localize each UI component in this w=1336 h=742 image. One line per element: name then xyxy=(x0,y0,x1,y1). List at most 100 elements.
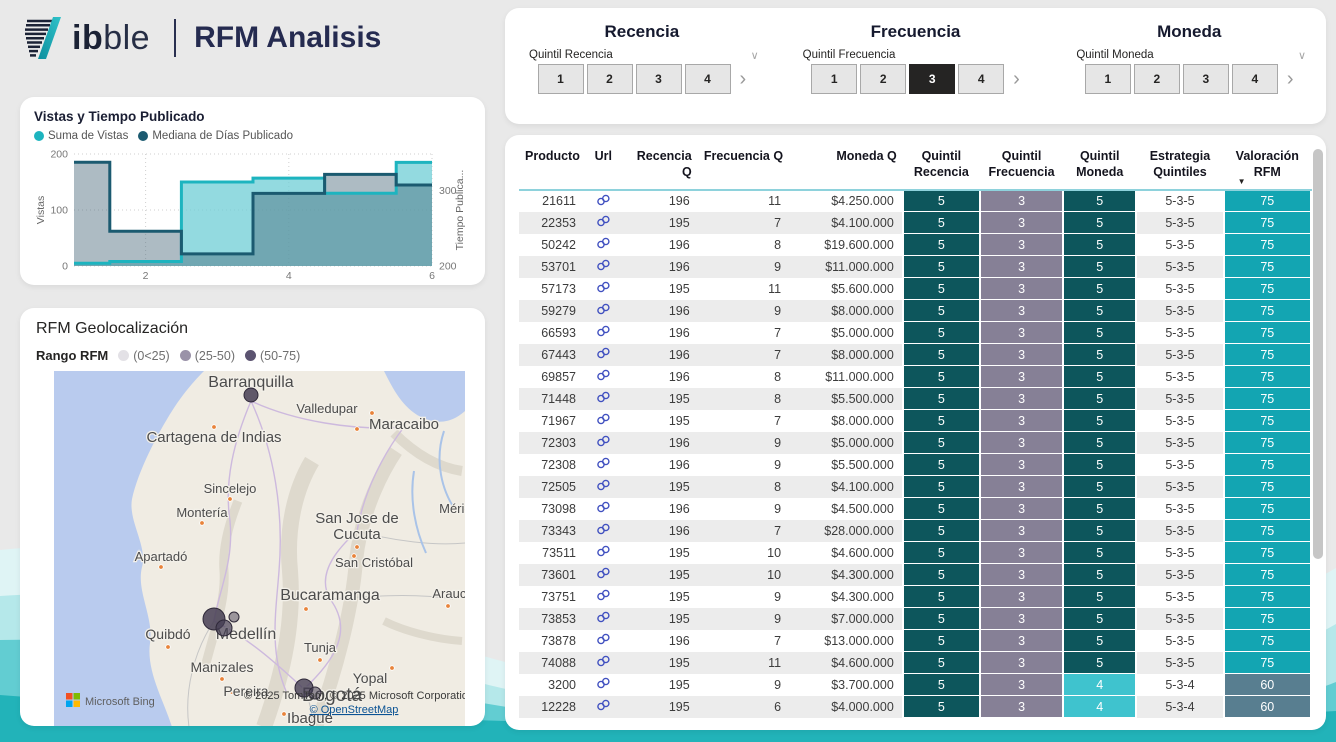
chevron-down-icon[interactable]: ∨ xyxy=(1298,49,1306,62)
cell-url[interactable] xyxy=(584,278,623,300)
chevron-down-icon[interactable]: ∨ xyxy=(751,49,759,62)
rango-rfm-legend-item[interactable]: (25-50) xyxy=(180,349,235,363)
table-row[interactable]: 537011969$11.000.0005355-3-575 xyxy=(519,256,1311,278)
table-row[interactable]: 665931967$5.000.0005355-3-575 xyxy=(519,322,1311,344)
column-header-recencia-q[interactable]: Recencia Q xyxy=(623,145,698,190)
cell-url[interactable] xyxy=(584,322,623,344)
column-header-quintil-recencia[interactable]: Quintil Recencia xyxy=(903,145,980,190)
url-link-icon[interactable] xyxy=(596,435,611,447)
url-link-icon[interactable] xyxy=(596,259,611,271)
url-link-icon[interactable] xyxy=(596,523,611,535)
table-row[interactable]: 698571968$11.000.0005355-3-575 xyxy=(519,366,1311,388)
cell-url[interactable] xyxy=(584,586,623,608)
cell-url[interactable] xyxy=(584,366,623,388)
quintil-button-3[interactable]: 3 xyxy=(909,64,955,94)
cell-url[interactable] xyxy=(584,212,623,234)
column-header-quintil-moneda[interactable]: Quintil Moneda xyxy=(1063,145,1136,190)
bing-map[interactable]: BarranquillaValleduparMaracaiboCartagena… xyxy=(54,371,465,726)
table-row[interactable]: 5717319511$5.600.0005355-3-575 xyxy=(519,278,1311,300)
quintil-button-2[interactable]: 2 xyxy=(1134,64,1180,94)
table-row[interactable]: 738781967$13.000.0005355-3-575 xyxy=(519,630,1311,652)
cell-url[interactable] xyxy=(584,476,623,498)
column-header-frecuencia-q[interactable]: Frecuencia Q xyxy=(698,145,789,190)
quintil-button-3[interactable]: 3 xyxy=(636,64,682,94)
url-link-icon[interactable] xyxy=(596,194,611,206)
cell-url[interactable] xyxy=(584,498,623,520)
table-row[interactable]: 122281956$4.000.0005345-3-460 xyxy=(519,696,1311,718)
table-row[interactable]: 719671957$8.000.0005355-3-575 xyxy=(519,410,1311,432)
cell-url[interactable] xyxy=(584,652,623,674)
table-row[interactable]: 733431967$28.000.0005355-3-575 xyxy=(519,520,1311,542)
table-row[interactable]: 714481958$5.500.0005355-3-575 xyxy=(519,388,1311,410)
cell-url[interactable] xyxy=(584,564,623,586)
slicer-next-arrow-icon[interactable]: › xyxy=(1287,69,1294,89)
quintil-button-2[interactable]: 2 xyxy=(587,64,633,94)
cell-url[interactable] xyxy=(584,410,623,432)
column-header-url[interactable]: Url xyxy=(584,145,623,190)
url-link-icon[interactable] xyxy=(596,303,611,315)
quintil-button-2[interactable]: 2 xyxy=(860,64,906,94)
cell-url[interactable] xyxy=(584,520,623,542)
cell-url[interactable] xyxy=(584,344,623,366)
rfm-bubble[interactable] xyxy=(216,620,232,636)
cell-url[interactable] xyxy=(584,454,623,476)
table-row[interactable]: 7408819511$4.600.0005355-3-575 xyxy=(519,652,1311,674)
table-row[interactable]: 7351119510$4.600.0005355-3-575 xyxy=(519,542,1311,564)
url-link-icon[interactable] xyxy=(596,589,611,601)
table-row[interactable]: 502421968$19.600.0005355-3-575 xyxy=(519,234,1311,256)
url-link-icon[interactable] xyxy=(596,633,611,645)
rfm-bubble[interactable] xyxy=(244,388,258,402)
cell-url[interactable] xyxy=(584,388,623,410)
step-area-chart[interactable]: 0100200246200300VistasTiempo Publica... xyxy=(34,142,471,297)
cell-url[interactable] xyxy=(584,696,623,718)
quintil-button-4[interactable]: 4 xyxy=(685,64,731,94)
url-link-icon[interactable] xyxy=(596,413,611,425)
cell-url[interactable] xyxy=(584,190,623,212)
cell-url[interactable] xyxy=(584,256,623,278)
url-link-icon[interactable] xyxy=(596,369,611,381)
table-scrollbar-thumb[interactable] xyxy=(1313,149,1323,559)
table-row[interactable]: 2161119611$4.250.0005355-3-575 xyxy=(519,190,1311,212)
column-header-valoraci-n-rfm[interactable]: Valoración RFM▼ xyxy=(1224,145,1311,190)
table-row[interactable]: 592791969$8.000.0005355-3-575 xyxy=(519,300,1311,322)
slicer-next-arrow-icon[interactable]: › xyxy=(740,69,747,89)
table-row[interactable]: 725051958$4.100.0005355-3-575 xyxy=(519,476,1311,498)
table-row[interactable]: 723081969$5.500.0005355-3-575 xyxy=(519,454,1311,476)
url-link-icon[interactable] xyxy=(596,677,611,689)
url-link-icon[interactable] xyxy=(596,215,611,227)
column-header-producto[interactable]: Producto xyxy=(519,145,584,190)
cell-url[interactable] xyxy=(584,432,623,454)
url-link-icon[interactable] xyxy=(596,325,611,337)
table-row[interactable]: 7360119510$4.300.0005355-3-575 xyxy=(519,564,1311,586)
url-link-icon[interactable] xyxy=(596,479,611,491)
rango-rfm-legend-item[interactable]: (0<25) xyxy=(118,349,169,363)
url-link-icon[interactable] xyxy=(596,281,611,293)
table-row[interactable]: 738531959$7.000.0005355-3-575 xyxy=(519,608,1311,630)
rango-rfm-legend-item[interactable]: (50-75) xyxy=(245,349,300,363)
url-link-icon[interactable] xyxy=(596,699,611,711)
table-row[interactable]: 674431967$8.000.0005355-3-575 xyxy=(519,344,1311,366)
table-row[interactable]: 223531957$4.100.0005355-3-575 xyxy=(519,212,1311,234)
table-row[interactable]: 723031969$5.000.0005355-3-575 xyxy=(519,432,1311,454)
column-header-moneda-q[interactable]: Moneda Q xyxy=(789,145,903,190)
table-row[interactable]: 32001959$3.700.0005345-3-460 xyxy=(519,674,1311,696)
column-header-quintil-frecuencia[interactable]: Quintil Frecuencia xyxy=(980,145,1063,190)
table-row[interactable]: 730981969$4.500.0005355-3-575 xyxy=(519,498,1311,520)
cell-url[interactable] xyxy=(584,542,623,564)
legend-item[interactable]: Suma de Vistas xyxy=(34,130,128,142)
url-link-icon[interactable] xyxy=(596,391,611,403)
legend-item[interactable]: Mediana de Días Publicado xyxy=(138,130,293,142)
cell-url[interactable] xyxy=(584,300,623,322)
cell-url[interactable] xyxy=(584,234,623,256)
slicer-next-arrow-icon[interactable]: › xyxy=(1013,69,1020,89)
cell-url[interactable] xyxy=(584,630,623,652)
url-link-icon[interactable] xyxy=(596,501,611,513)
openstreetmap-link[interactable]: © OpenStreetMap xyxy=(310,704,399,716)
table-row[interactable]: 737511959$4.300.0005355-3-575 xyxy=(519,586,1311,608)
url-link-icon[interactable] xyxy=(596,545,611,557)
quintil-button-4[interactable]: 4 xyxy=(958,64,1004,94)
url-link-icon[interactable] xyxy=(596,611,611,623)
url-link-icon[interactable] xyxy=(596,567,611,579)
quintil-button-1[interactable]: 1 xyxy=(1085,64,1131,94)
column-header-estrategia-quintiles[interactable]: Estrategia Quintiles xyxy=(1136,145,1223,190)
